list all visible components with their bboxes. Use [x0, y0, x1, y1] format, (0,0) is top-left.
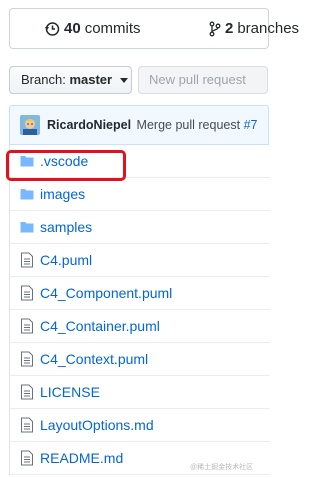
file-icon: [20, 252, 34, 273]
author-avatar[interactable]: [20, 115, 40, 135]
file-name-link[interactable]: C4.puml: [40, 252, 92, 268]
branches-count: 2: [225, 20, 234, 37]
new-pull-request-button[interactable]: New pull request: [138, 66, 268, 94]
file-icon: [20, 351, 34, 372]
file-row[interactable]: samples: [10, 211, 270, 244]
highlight-box: [6, 150, 126, 181]
branch-name: master: [69, 72, 113, 87]
file-icon: [20, 384, 34, 405]
file-name-link[interactable]: C4_Context.puml: [40, 351, 148, 367]
file-row[interactable]: LICENSE: [10, 376, 270, 409]
commit-pr-link[interactable]: #7: [244, 118, 258, 132]
latest-commit-bar: RicardoNiepel Merge pull request #7: [9, 105, 269, 145]
file-name-link[interactable]: LayoutOptions.md: [40, 417, 154, 433]
history-icon: [45, 21, 60, 36]
file-row[interactable]: images: [10, 178, 270, 211]
file-name-link[interactable]: LICENSE: [40, 384, 100, 400]
commit-message[interactable]: Merge pull request: [137, 118, 241, 132]
file-row[interactable]: LayoutOptions.md: [10, 409, 270, 442]
file-name-link[interactable]: C4_Component.puml: [40, 285, 172, 301]
folder-icon: [20, 187, 34, 206]
watermark: @稀土掘金技术社区: [190, 464, 254, 471]
commits-count: 40: [64, 20, 81, 37]
commits-link[interactable]: 40 commits: [44, 20, 141, 37]
file-name-link[interactable]: C4_Container.puml: [40, 318, 160, 334]
file-name-link[interactable]: samples: [40, 219, 92, 235]
repo-stats-bar: 40 commits 2 branches: [9, 8, 299, 49]
folder-icon: [20, 220, 34, 239]
commits-label: commits: [84, 20, 141, 37]
file-icon: [20, 417, 34, 438]
file-name-link[interactable]: README.md: [40, 450, 123, 466]
file-icon: [20, 450, 34, 471]
dropdown-caret-icon: [119, 78, 128, 84]
branch-select-button[interactable]: Branch: master: [9, 66, 132, 94]
file-icon: [20, 318, 34, 339]
file-row[interactable]: C4.puml: [10, 244, 270, 277]
branch-prefix: Branch:: [21, 72, 66, 87]
file-list: .vscode images samples C4.puml C4_Component.…: [9, 145, 270, 475]
file-icon: [20, 285, 34, 306]
branches-link[interactable]: 2 branches: [209, 20, 299, 37]
branch-icon: [209, 21, 221, 36]
file-row[interactable]: C4_Container.puml: [10, 310, 270, 343]
file-row[interactable]: C4_Context.puml: [10, 343, 270, 376]
file-row[interactable]: C4_Component.puml: [10, 277, 270, 310]
commit-author-link[interactable]: RicardoNiepel: [47, 118, 131, 132]
branches-label: branches: [237, 20, 300, 37]
file-name-link[interactable]: images: [40, 186, 85, 202]
